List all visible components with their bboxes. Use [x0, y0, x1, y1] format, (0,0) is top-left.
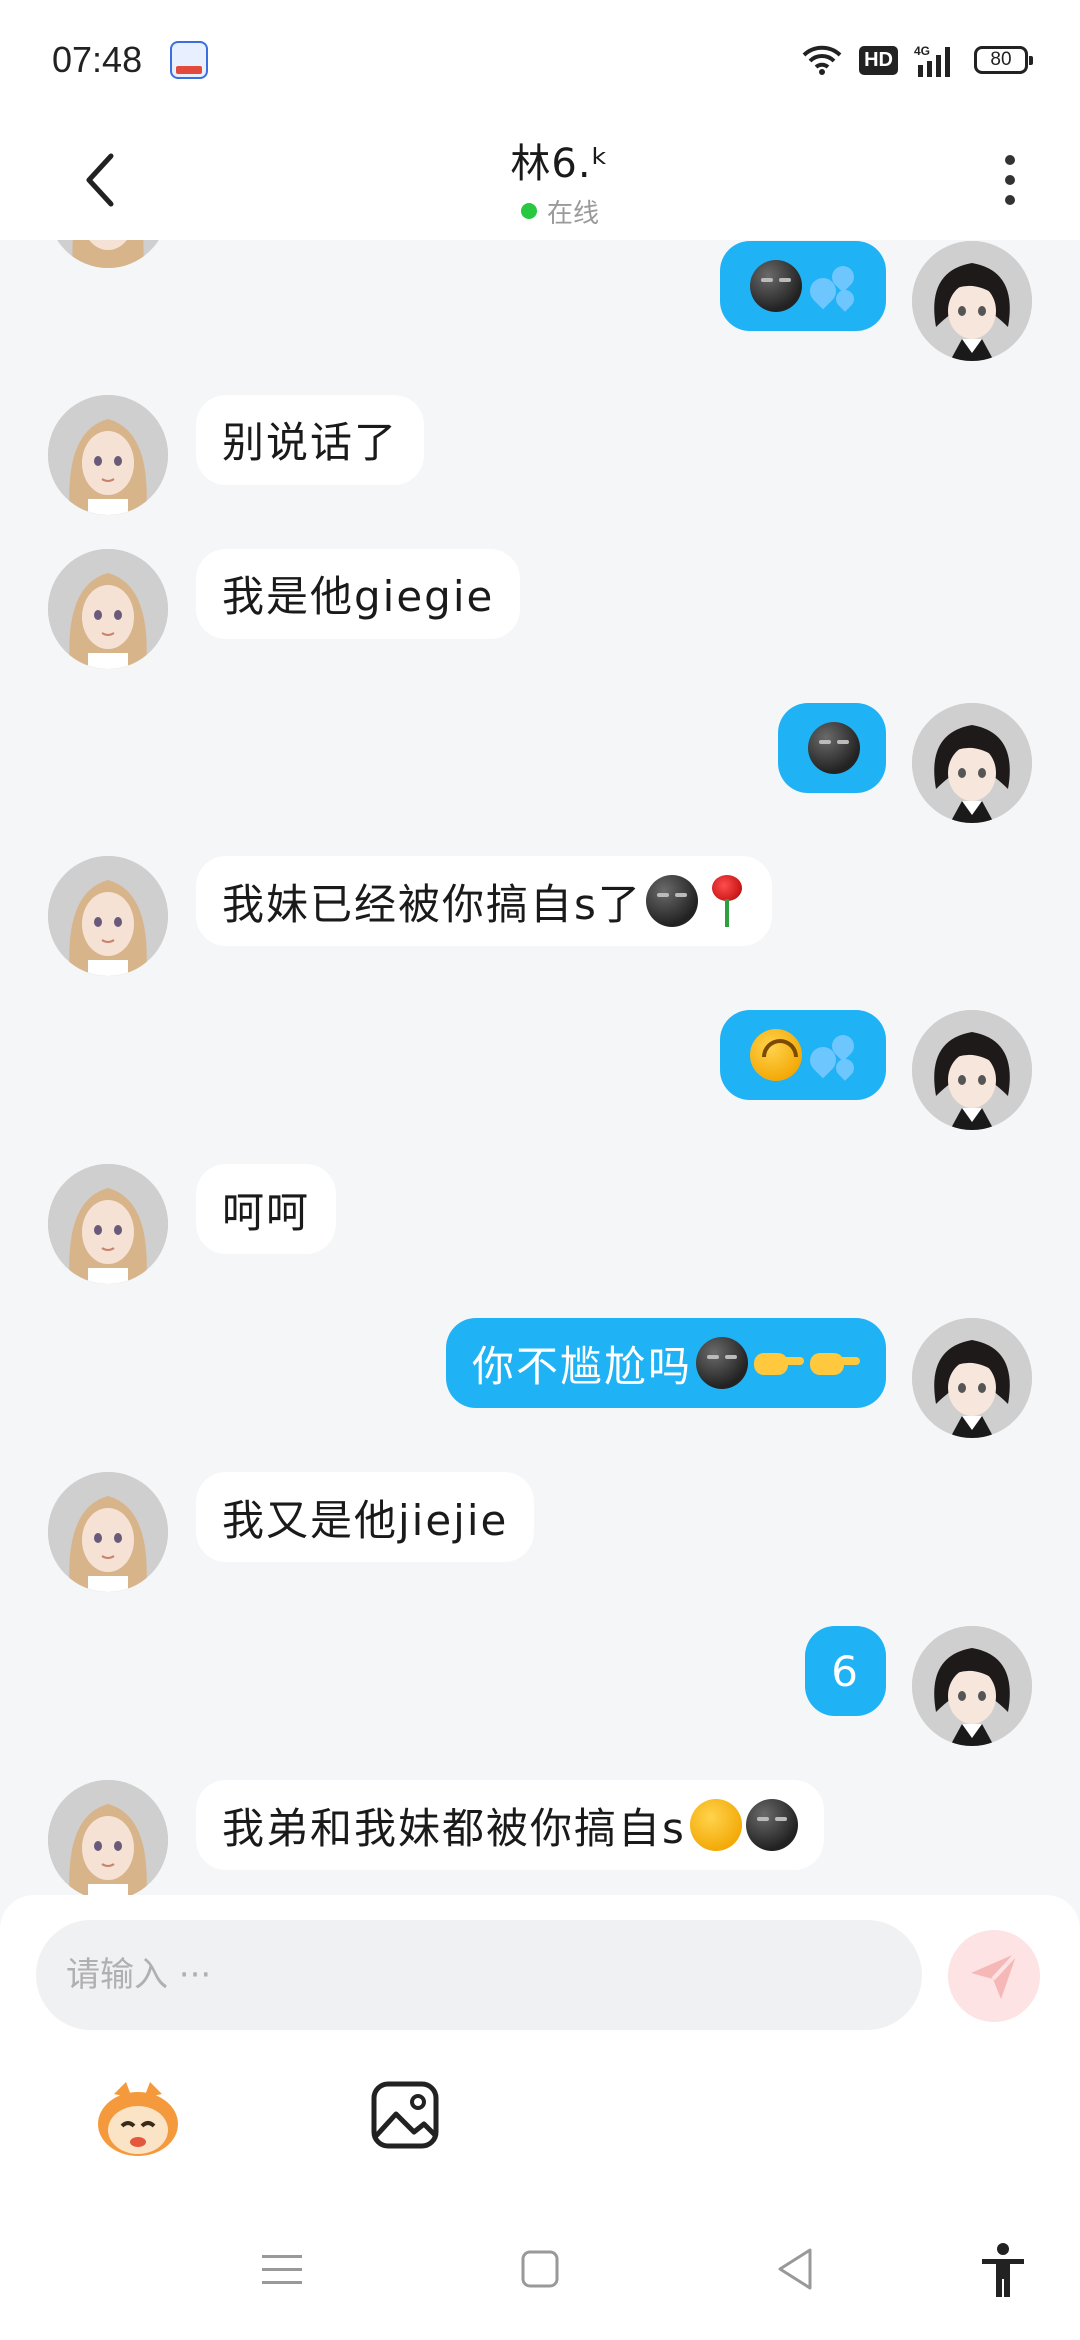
- message-row: [778, 702, 1032, 823]
- message-text: 别说话了: [222, 418, 399, 468]
- contact-avatar[interactable]: [48, 394, 168, 515]
- chat-header: 林6.ᵏ 在线: [0, 120, 1080, 240]
- message-row: 我弟和我妹都被你搞自s: [48, 1780, 824, 1895]
- message-text: 你不尴尬吗: [471, 1341, 692, 1391]
- status-bar: 07:48 HD 4G 80: [0, 0, 1080, 120]
- contact-avatar[interactable]: [48, 240, 168, 268]
- message-row: 6: [805, 1626, 1032, 1747]
- my-avatar[interactable]: [912, 702, 1032, 823]
- message-input[interactable]: [36, 1920, 922, 2030]
- message-row: 我妹已经被你搞自s了: [48, 856, 772, 977]
- message-bubble[interactable]: 我妹已经被你搞自s了: [196, 856, 772, 947]
- message-bubble[interactable]: [720, 240, 886, 331]
- smirking-face-icon: [745, 1799, 798, 1851]
- chat-message-list[interactable]: 别说话了我是他giegie 我妹已经被你搞自s了 呵呵你不尴尬吗我又是他jiejie…: [0, 240, 1080, 1895]
- sweat-droplets-icon: [804, 260, 860, 312]
- back-nav-button[interactable]: [776, 2247, 814, 2295]
- message-row: 我是他giegie: [48, 548, 521, 669]
- my-avatar[interactable]: [912, 240, 1032, 361]
- smirking-face-icon: [750, 259, 802, 312]
- sticker-icon: [98, 2082, 178, 2156]
- menu-icon: [262, 2255, 302, 2284]
- message-text: 我是他giegie: [222, 572, 495, 622]
- online-dot-icon: [520, 203, 537, 219]
- image-picker-button[interactable]: [370, 2080, 440, 2150]
- signal-icon: 4G: [914, 43, 958, 77]
- send-button[interactable]: [948, 1930, 1040, 2022]
- message-row: [720, 240, 1032, 361]
- my-avatar[interactable]: [912, 1010, 1032, 1131]
- home-button[interactable]: [521, 2250, 559, 2292]
- send-icon: [971, 1951, 1019, 1999]
- svg-text:4G: 4G: [914, 44, 930, 58]
- message-row-cutoff: [48, 240, 168, 268]
- contact-avatar[interactable]: [48, 1164, 168, 1285]
- composer-panel: [0, 1895, 1080, 2185]
- accessibility-button[interactable]: [980, 2243, 1026, 2303]
- sticker-button[interactable]: [92, 2080, 184, 2160]
- presence-status: 在线: [520, 193, 599, 230]
- back-button[interactable]: [70, 150, 130, 210]
- accessibility-icon: [982, 2243, 1024, 2297]
- smirking-face-icon: [808, 721, 860, 774]
- message-text: 我又是他jiejie: [222, 1495, 509, 1545]
- more-vertical-icon: [1004, 155, 1015, 165]
- message-bubble[interactable]: [720, 1010, 886, 1101]
- smiling-face-icon: [689, 1799, 742, 1851]
- rose-icon: [706, 873, 746, 929]
- presence-label: 在线: [546, 198, 599, 229]
- pointing-hand-icon: [754, 1345, 804, 1381]
- message-bubble[interactable]: 我又是他jiejie: [196, 1472, 535, 1563]
- message-bubble[interactable]: 呵呵: [196, 1164, 337, 1255]
- home-square-icon: [521, 2250, 559, 2288]
- contact-avatar[interactable]: [48, 856, 168, 977]
- chevron-left-icon: [86, 153, 114, 207]
- message-bubble[interactable]: 别说话了: [196, 394, 425, 485]
- message-row: [720, 1010, 1032, 1131]
- wifi-icon: [801, 44, 843, 76]
- smirking-face-icon: [645, 875, 698, 928]
- message-row: 你不尴尬吗: [445, 1318, 1032, 1439]
- message-text: 呵呵: [222, 1187, 311, 1237]
- hd-badge: HD: [859, 45, 898, 75]
- status-time: 07:48: [52, 39, 143, 80]
- system-nav-bar: [0, 2185, 1080, 2340]
- my-avatar[interactable]: [912, 1626, 1032, 1747]
- contact-name: 林6.ᵏ: [510, 140, 610, 187]
- battery-indicator: 80: [974, 46, 1033, 74]
- pointing-hand-icon: [810, 1345, 860, 1381]
- title-block: 林6.ᵏ 在线: [510, 131, 609, 230]
- message-row: 别说话了: [48, 394, 425, 515]
- contact-avatar[interactable]: [48, 548, 168, 669]
- contact-avatar[interactable]: [48, 1472, 168, 1593]
- message-row: 我又是他jiejie: [48, 1472, 535, 1593]
- message-bubble[interactable]: 我是他giegie: [196, 548, 521, 639]
- menu-button[interactable]: [262, 2253, 302, 2291]
- message-bubble[interactable]: 6: [805, 1626, 886, 1717]
- upside-down-face-icon: [750, 1029, 802, 1082]
- my-avatar[interactable]: [912, 1318, 1032, 1439]
- more-options-button[interactable]: [990, 150, 1030, 210]
- message-bubble[interactable]: 我弟和我妹都被你搞自s: [196, 1780, 824, 1870]
- message-bubble[interactable]: [778, 702, 886, 793]
- message-text: 我妹已经被你搞自s了: [222, 879, 642, 929]
- smirking-face-icon: [696, 1337, 748, 1390]
- sweat-droplets-icon: [804, 1029, 860, 1082]
- image-icon: [371, 2081, 439, 2149]
- message-row: 呵呵: [48, 1164, 337, 1285]
- contact-avatar[interactable]: [48, 1780, 168, 1895]
- message-text: 6: [831, 1646, 860, 1696]
- back-triangle-icon: [778, 2248, 812, 2290]
- message-bubble[interactable]: 你不尴尬吗: [445, 1318, 886, 1409]
- baidu-icon: [170, 41, 209, 79]
- message-text: 我弟和我妹都被你搞自s: [222, 1803, 686, 1853]
